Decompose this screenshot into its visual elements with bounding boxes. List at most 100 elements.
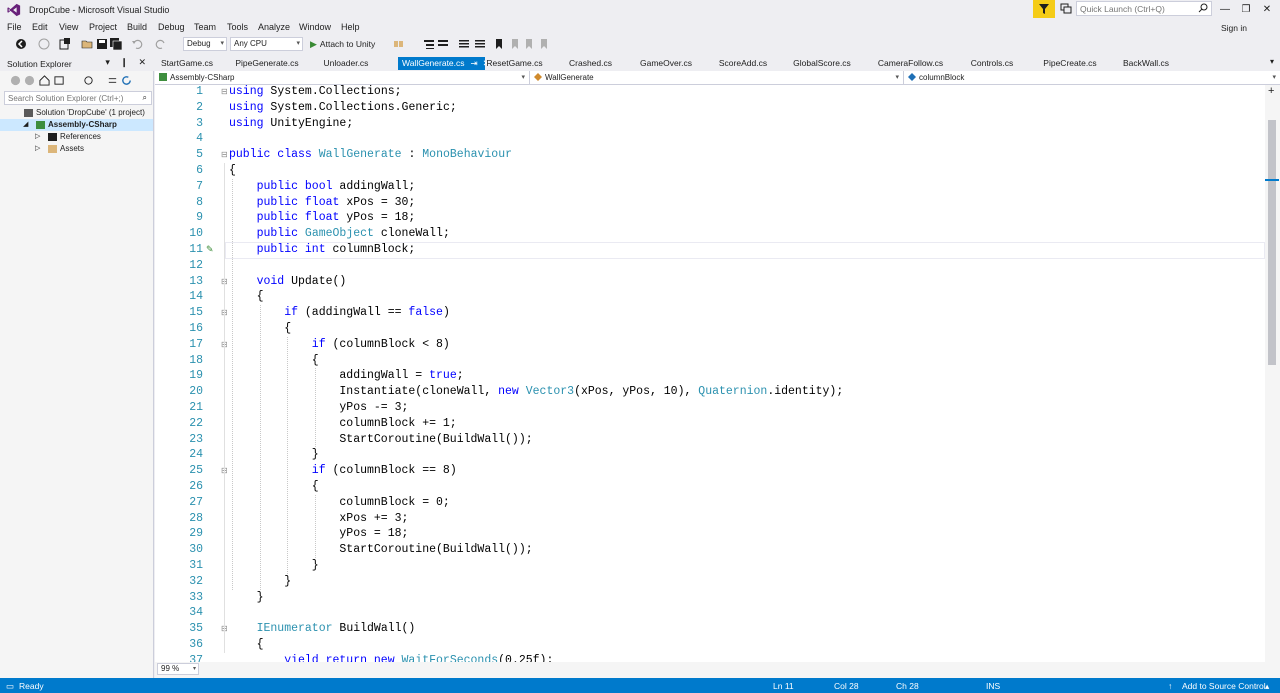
menu-view[interactable]: View (59, 22, 78, 32)
step-icon[interactable] (423, 38, 435, 50)
tab-label: GlobalScore.cs (793, 58, 851, 68)
keyword-token: public bool (256, 179, 333, 193)
expand-arrow-icon[interactable]: ▷ (35, 143, 40, 155)
member-dropdown[interactable]: columnBlock ▾ (904, 71, 1280, 84)
tab-globalscore[interactable]: GlobalScore.cs (787, 57, 857, 70)
next-bookmark-icon[interactable] (523, 38, 535, 50)
comment-icon[interactable] (458, 38, 470, 50)
add-to-source-control-button[interactable]: Add to Source Control (1182, 681, 1266, 691)
tab-startgame[interactable]: StartGame.cs (155, 57, 219, 70)
menu-debug[interactable]: Debug (158, 22, 185, 32)
sign-in-link[interactable]: Sign in (1221, 23, 1247, 33)
code-text: using System.Collections.Generic; (229, 100, 457, 116)
tab-pipecreate[interactable]: PipeCreate.cs (1038, 57, 1102, 70)
solution-configuration-dropdown[interactable]: Debug ▾ (183, 37, 227, 51)
menu-build[interactable]: Build (127, 22, 147, 32)
minimize-button[interactable]: — (1218, 2, 1232, 16)
tab-resetgame[interactable]: ResetGame.cs (477, 57, 552, 70)
collapse-region-icon[interactable]: ⊟ (221, 88, 228, 96)
code-line: 16 { (155, 321, 1265, 337)
code-token: System.Collections; (263, 85, 402, 98)
tree-item-label: Solution 'DropCube' (1 project) (36, 108, 145, 117)
forward-icon[interactable] (38, 38, 50, 50)
undo-icon[interactable] (131, 38, 143, 50)
type-dropdown[interactable]: WallGenerate ▾ (530, 71, 904, 84)
forward-icon[interactable] (24, 75, 35, 86)
quick-launch-box[interactable] (1076, 1, 1212, 16)
pending-changes-filter-icon[interactable] (83, 75, 94, 86)
tree-item[interactable]: Solution 'DropCube' (1 project) (0, 107, 153, 119)
tab-unloader[interactable]: Unloader.cs (309, 57, 383, 70)
line-number: 12 (189, 258, 203, 272)
tab-label: Controls.cs (970, 58, 1014, 68)
caret-position-marker (1265, 179, 1279, 181)
code-text: IEnumerator BuildWall() (257, 621, 416, 637)
format-icon[interactable] (437, 38, 449, 50)
new-project-icon[interactable] (59, 38, 71, 50)
menu-analyze[interactable]: Analyze (258, 22, 290, 32)
restore-button[interactable]: ❐ (1239, 2, 1253, 16)
back-icon[interactable] (10, 75, 21, 86)
tab-backwall[interactable]: BackWall.cs (1115, 57, 1177, 70)
horizontal-scrollbar[interactable] (203, 665, 1265, 674)
save-all-icon[interactable] (110, 38, 122, 50)
switch-views-icon[interactable] (54, 75, 65, 86)
sync-icon[interactable] (107, 75, 118, 86)
menu-file[interactable]: File (7, 22, 22, 32)
menu-window[interactable]: Window (299, 22, 331, 32)
bookmark-icon[interactable] (493, 38, 505, 50)
close-window-button[interactable]: ✕ (1260, 2, 1274, 16)
tab-camerafollow[interactable]: CameraFollow.cs (869, 57, 952, 70)
back-icon[interactable] (15, 38, 27, 50)
code-text: if (columnBlock == 8) (312, 463, 457, 479)
menu-project[interactable]: Project (89, 22, 117, 32)
solution-platform-dropdown[interactable]: Any CPU ▾ (230, 37, 303, 51)
menu-tools[interactable]: Tools (227, 22, 248, 32)
solution-search-box[interactable]: ⌕ (4, 91, 152, 105)
menu-team[interactable]: Team (194, 22, 216, 32)
code-line: 1 ⊟ using System.Collections; (155, 85, 1265, 100)
split-editor-icon[interactable]: + (1268, 85, 1274, 97)
project-dropdown[interactable]: Assembly-CSharp ▾ (155, 71, 530, 84)
menu-edit[interactable]: Edit (32, 22, 48, 32)
tab-wallgenerate[interactable]: WallGenerate.cs ⇥ ✕ (398, 57, 490, 70)
solution-search-input[interactable] (5, 92, 125, 104)
expand-arrow-icon[interactable]: ▷ (35, 131, 40, 143)
refresh-icon[interactable] (121, 75, 132, 86)
tab-overflow-dropdown[interactable]: ▾ (1270, 57, 1274, 66)
panel-window-buttons[interactable]: ▾ ❙ ✕ (105, 57, 150, 68)
vertical-scrollbar[interactable]: + (1265, 85, 1280, 662)
quick-launch-input[interactable] (1077, 2, 1195, 15)
tree-item[interactable]: ▷ Assets (0, 143, 153, 155)
browser-link-icon[interactable] (393, 38, 405, 50)
tab-gameover[interactable]: GameOver.cs (635, 57, 697, 70)
tab-scoreadd[interactable]: ScoreAdd.cs (713, 57, 773, 70)
attach-to-unity-button[interactable]: ▶ Attach to Unity (310, 39, 375, 50)
menu-help[interactable]: Help (341, 22, 360, 32)
clear-bookmarks-icon[interactable] (538, 38, 550, 50)
tree-item[interactable]: ◢ Assembly-CSharp (0, 119, 153, 131)
code-editor[interactable]: ✎ 1 ⊟ using System.Collections; 2 using Syst… (155, 85, 1265, 662)
line-number: 13 (189, 274, 203, 288)
chevron-down-icon: ▾ (521, 74, 525, 81)
redo-icon[interactable] (155, 38, 167, 50)
code-token: } (256, 590, 264, 604)
save-icon[interactable] (96, 38, 108, 50)
notifications-filter-button[interactable] (1033, 0, 1055, 18)
scrollbar-thumb[interactable] (1268, 120, 1276, 365)
tab-crashed[interactable]: Crashed.cs (558, 57, 623, 70)
feedback-icon[interactable] (1060, 3, 1072, 15)
code-token: : (401, 148, 423, 162)
zoom-dropdown[interactable]: 99 % ▾ (157, 663, 199, 675)
home-icon[interactable] (39, 75, 50, 86)
collapse-region-icon[interactable]: ⊟ (221, 151, 228, 159)
tab-pipegenerate[interactable]: PipeGenerate.cs (233, 57, 301, 70)
tree-item[interactable]: ▷ References (0, 131, 153, 143)
prev-bookmark-icon[interactable] (509, 38, 521, 50)
expand-arrow-icon[interactable]: ◢ (23, 119, 28, 131)
uncomment-icon[interactable] (474, 38, 486, 50)
code-line: 9 public float yPos = 18; (155, 210, 1265, 226)
open-file-icon[interactable] (81, 38, 93, 50)
tab-controls[interactable]: Controls.cs (964, 57, 1020, 70)
window-title: DropCube - Microsoft Visual Studio (29, 5, 170, 15)
